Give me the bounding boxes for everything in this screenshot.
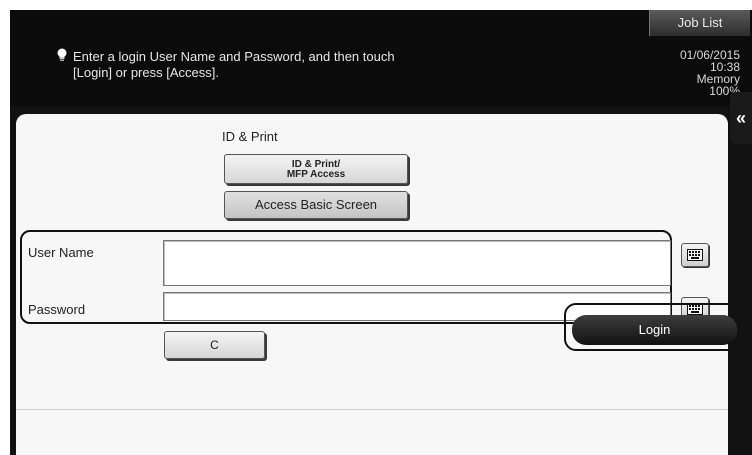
lightbulb-icon [57,48,67,61]
job-list-button[interactable]: Job List [649,10,750,36]
login-screen: Job List Enter a login User Name and Pas… [10,10,752,455]
double-chevron-left-icon[interactable]: « [730,92,752,144]
instruction-message: Enter a login User Name and Password, an… [73,49,533,81]
password-label: Password [28,302,86,317]
memory-value: 100% [709,84,740,98]
login-panel: ID & Print ID & Print/ MFP Access Access… [16,114,728,455]
user-name-label: User Name [28,245,94,260]
instruction-line-1: Enter a login User Name and Password, an… [73,49,395,64]
id-print-line-2: MFP Access [286,169,346,180]
id-print-mfp-access-button[interactable]: ID & Print/ MFP Access [224,154,408,184]
clear-button[interactable]: C [164,331,265,359]
id-print-section-label: ID & Print [222,129,278,144]
user-name-keyboard-button[interactable] [681,243,709,267]
user-name-field[interactable] [163,240,671,286]
header-bar: Job List Enter a login User Name and Pas… [10,10,752,106]
instruction-line-2: [Login] or press [Access]. [73,65,219,80]
panel-divider [16,409,728,410]
login-button[interactable]: Login [572,315,737,345]
keyboard-icon [687,249,703,261]
access-basic-screen-button[interactable]: Access Basic Screen [224,191,408,219]
status-area: 01/06/2015 10:38 Memory 100% [620,49,740,97]
